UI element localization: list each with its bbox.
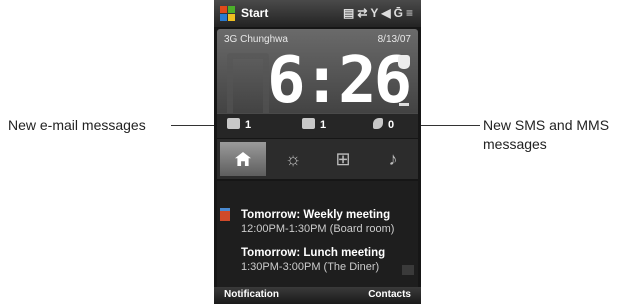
tab-weather[interactable]: ☼ [270, 142, 316, 176]
appointment-title: Tomorrow: Lunch meeting [241, 247, 386, 259]
message-icon [302, 118, 315, 129]
appointment-time: 1:30PM-3:00PM (The Diner) [241, 261, 380, 273]
appointment-item[interactable]: Tomorrow: Weekly meeting 12:00PM-1:30PM … [241, 209, 394, 235]
windows-flag-icon [220, 6, 227, 13]
email-notification[interactable]: 1 [227, 118, 251, 131]
battery-icon[interactable]: Ḡ [394, 6, 406, 20]
missed-call-notification[interactable]: 0 [373, 118, 394, 131]
calendar-icon [220, 208, 230, 221]
email-icon [227, 118, 240, 129]
appointment-title: Tomorrow: Weekly meeting [241, 209, 391, 221]
email-callout-label: New e-mail messages [8, 117, 146, 133]
am-pm-indicator [399, 103, 409, 106]
sync-icon[interactable]: ⇄ [357, 6, 370, 20]
contacts-softkey[interactable]: Contacts [368, 289, 411, 300]
notification-softkey[interactable]: Notification [224, 289, 279, 300]
phone-icon [373, 118, 383, 129]
tab-music[interactable]: ♪ [370, 142, 416, 176]
status-icons[interactable]: ▤⇄Y◀Ḡ≡ [343, 6, 416, 20]
speaker-icon [402, 265, 414, 275]
menu-icon[interactable]: ≡ [406, 6, 416, 20]
appointment-time: 12:00PM-1:30PM (Board room) [241, 223, 395, 235]
contacts-icon[interactable]: ▤ [343, 6, 357, 20]
volume-icon[interactable]: ◀ [381, 6, 393, 20]
signal-icon[interactable]: Y [370, 6, 381, 20]
start-label[interactable]: Start [241, 6, 268, 20]
phone-screen: Start ▤⇄Y◀Ḡ≡ 3G Chunghwa 8/13/07 6:26 1 … [214, 0, 421, 304]
tab-home[interactable] [220, 142, 266, 176]
softkey-bar: Notification Contacts [214, 287, 421, 304]
tab-programs[interactable]: ⊞ [320, 142, 366, 176]
programs-icon: ⊞ [335, 148, 351, 169]
sms-notification[interactable]: 1 [302, 118, 326, 131]
music-icon: ♪ [388, 148, 398, 169]
appointment-item[interactable]: Tomorrow: Lunch meeting 1:30PM-3:00PM (T… [241, 247, 385, 273]
email-count: 1 [245, 119, 252, 131]
start-button[interactable] [220, 6, 236, 22]
clock-time: 6:26 [267, 44, 412, 118]
status-bar: Start ▤⇄Y◀Ḡ≡ [214, 0, 421, 27]
missed-call-count: 0 [388, 119, 395, 131]
alarm-icon[interactable] [398, 55, 410, 69]
weather-icon: ☼ [284, 148, 302, 169]
tab-bar: ☼ ⊞ ♪ [217, 139, 418, 179]
sms-count: 1 [320, 119, 327, 131]
appointments-panel: Tomorrow: Weekly meeting 12:00PM-1:30PM … [217, 181, 418, 287]
home-icon [235, 152, 251, 166]
sms-callout-label: New SMS and MMS messages [483, 117, 610, 152]
notification-bar: 1 1 0 [217, 113, 418, 138]
